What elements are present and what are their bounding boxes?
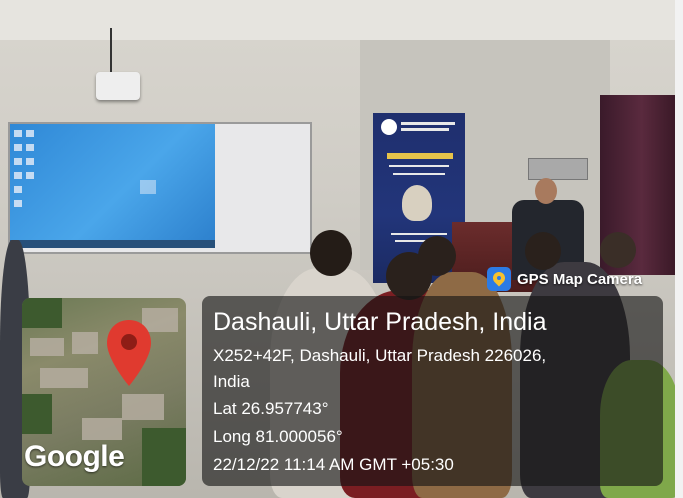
map-pin-icon bbox=[107, 320, 151, 386]
google-attribution: Google bbox=[24, 440, 125, 473]
address-line-1: X252+42F, Dashauli, Uttar Pradesh 226026… bbox=[213, 346, 547, 365]
location-info-panel: Dashauli, Uttar Pradesh, India X252+42F,… bbox=[202, 296, 663, 486]
image-border bbox=[675, 0, 683, 498]
audience-head bbox=[525, 232, 561, 270]
projected-desktop bbox=[10, 124, 215, 248]
projector-mount bbox=[110, 28, 112, 73]
banner-heading bbox=[387, 153, 453, 159]
address-line-2: India bbox=[213, 372, 250, 391]
location-title: Dashauli, Uttar Pradesh, India bbox=[213, 308, 547, 336]
audience-head bbox=[310, 230, 352, 276]
projected-taskbar bbox=[10, 240, 215, 248]
longitude: Long 81.000056° bbox=[213, 427, 343, 446]
gps-map-camera-icon bbox=[487, 267, 511, 291]
timestamp: 22/12/22 11:14 AM GMT +05:30 bbox=[213, 455, 454, 474]
ceiling-projector bbox=[96, 72, 140, 100]
speaker-head bbox=[535, 178, 557, 204]
audience-head bbox=[418, 236, 456, 276]
ceiling bbox=[0, 0, 683, 40]
app-label: GPS Map Camera bbox=[517, 270, 643, 288]
banner-portrait bbox=[402, 185, 432, 221]
university-logo bbox=[381, 119, 397, 135]
latitude: Lat 26.957743° bbox=[213, 399, 329, 418]
map-thumbnail: Google bbox=[22, 298, 186, 486]
gps-map-camera-label: GPS Map Camera bbox=[487, 266, 642, 292]
wall-unit bbox=[528, 158, 588, 180]
audience-head bbox=[600, 232, 636, 268]
